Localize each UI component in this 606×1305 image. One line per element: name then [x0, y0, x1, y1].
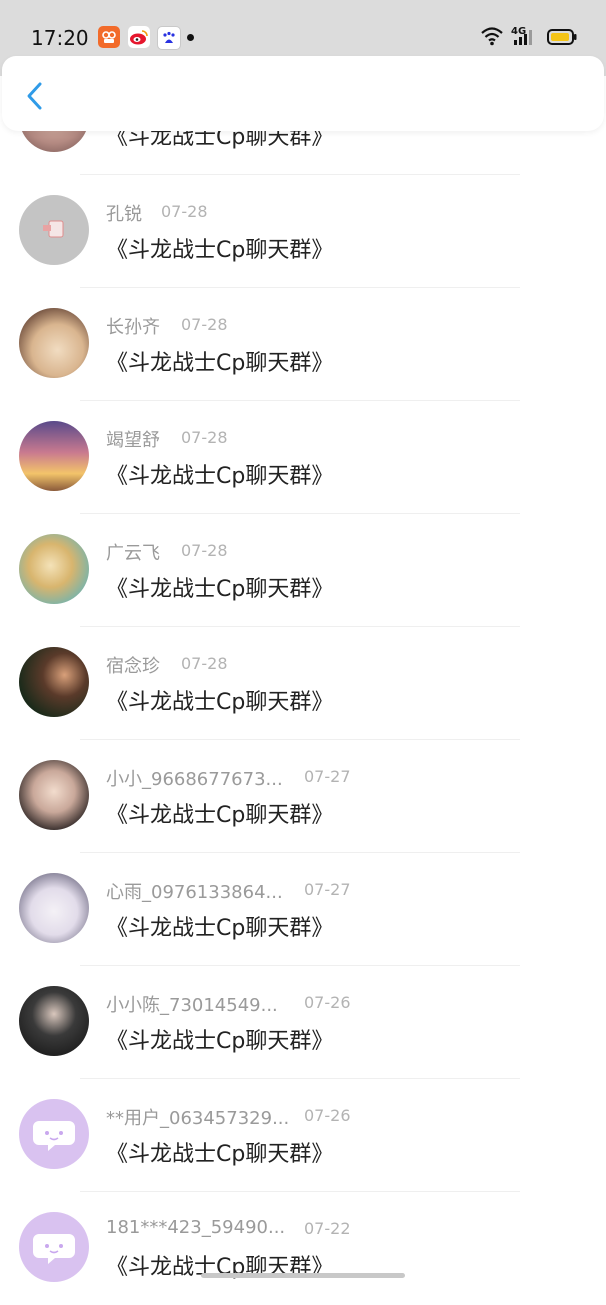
list-item-message: 《斗龙战士Cp聊天群》 — [106, 464, 334, 489]
message-list: 《斗龙战士Cp聊天群》 孔锐 07-28 《斗龙战士Cp聊天群》 长孙齐 07-… — [0, 0, 606, 1282]
gray-photo-avatar — [19, 195, 89, 265]
list-item[interactable]: 广云飞 07-28 《斗龙战士Cp聊天群》 — [0, 514, 606, 627]
list-item-name: **用户_063457329... — [106, 1108, 290, 1129]
default-chat-avatar — [19, 1099, 89, 1169]
list-item-message: 《斗龙战士Cp聊天群》 — [106, 1029, 334, 1054]
photo-avatar — [19, 534, 89, 604]
photo-avatar — [19, 421, 89, 491]
list-item-message: 《斗龙战士Cp聊天群》 — [106, 577, 334, 602]
baidu-icon — [157, 26, 181, 50]
list-item-name: 小小_9668677673... — [106, 769, 283, 790]
photo-avatar — [19, 986, 89, 1056]
list-item-message: 《斗龙战士Cp聊天群》 — [106, 1142, 334, 1167]
default-chat-avatar — [19, 1212, 89, 1282]
list-item[interactable]: 宿念珍 07-28 《斗龙战士Cp聊天群》 — [0, 627, 606, 740]
list-item-message: 《斗龙战士Cp聊天群》 — [106, 690, 334, 715]
back-button[interactable] — [20, 78, 52, 114]
home-indicator[interactable] — [201, 1273, 405, 1278]
list-item-date: 07-26 — [304, 1106, 351, 1125]
list-item-name: 竭望舒 — [106, 430, 160, 451]
photo-avatar — [19, 873, 89, 943]
list-item[interactable]: 小小陈_73014549... 07-26 《斗龙战士Cp聊天群》 — [0, 966, 606, 1079]
list-item[interactable]: 长孙齐 07-28 《斗龙战士Cp聊天群》 — [0, 288, 606, 401]
list-item-message: 《斗龙战士Cp聊天群》 — [106, 803, 334, 828]
list-item[interactable]: 竭望舒 07-28 《斗龙战士Cp聊天群》 — [0, 401, 606, 514]
status-time: 17:20 — [31, 26, 89, 50]
list-item-message: 《斗龙战士Cp聊天群》 — [106, 351, 334, 376]
list-item-date: 07-28 — [181, 541, 228, 560]
list-item[interactable]: 181***423_59490... 07-22 《斗龙战士Cp聊天群》 — [0, 1192, 606, 1305]
list-item-date: 07-28 — [181, 654, 228, 673]
notification-dot-icon — [187, 34, 194, 41]
signal-icon — [512, 28, 538, 50]
list-item-message: 《斗龙战士Cp聊天群》 — [106, 916, 334, 941]
photo-avatar — [19, 308, 89, 378]
list-item-date: 07-27 — [304, 880, 351, 899]
photo-avatar — [19, 760, 89, 830]
list-item-name: 广云飞 — [106, 543, 160, 564]
weibo-icon — [128, 26, 150, 48]
chat-bubble-icon — [33, 1121, 75, 1151]
chevron-left-icon — [27, 82, 42, 110]
list-item-name: 孔锐 — [106, 204, 142, 225]
list-item-name: 181***423_59490... — [106, 1217, 286, 1238]
list-item-date: 07-28 — [161, 202, 208, 221]
list-item[interactable]: 心雨_0976133864... 07-27 《斗龙战士Cp聊天群》 — [0, 853, 606, 966]
list-item-date: 07-28 — [181, 315, 228, 334]
list-item-name: 宿念珍 — [106, 656, 160, 677]
list-item[interactable]: 小小_9668677673... 07-27 《斗龙战士Cp聊天群》 — [0, 740, 606, 853]
list-item-date: 07-27 — [304, 767, 351, 786]
list-item-date: 07-22 — [304, 1219, 351, 1238]
list-item-message: 《斗龙战士Cp聊天群》 — [106, 238, 334, 263]
list-item-date: 07-26 — [304, 993, 351, 1012]
list-item-name: 心雨_0976133864... — [106, 882, 283, 903]
chat-bubble-icon — [33, 1234, 75, 1264]
app-camera-icon — [98, 26, 120, 48]
list-item-name: 小小陈_73014549... — [106, 995, 278, 1016]
wifi-icon — [480, 26, 504, 50]
list-item-name: 长孙齐 — [106, 317, 160, 338]
list-item[interactable]: **用户_063457329... 07-26 《斗龙战士Cp聊天群》 — [0, 1079, 606, 1192]
photo-avatar — [19, 647, 89, 717]
list-item[interactable]: 孔锐 07-28 《斗龙战士Cp聊天群》 — [0, 175, 606, 288]
nav-bar — [2, 56, 604, 131]
battery-icon — [547, 28, 577, 50]
list-item-date: 07-28 — [181, 428, 228, 447]
